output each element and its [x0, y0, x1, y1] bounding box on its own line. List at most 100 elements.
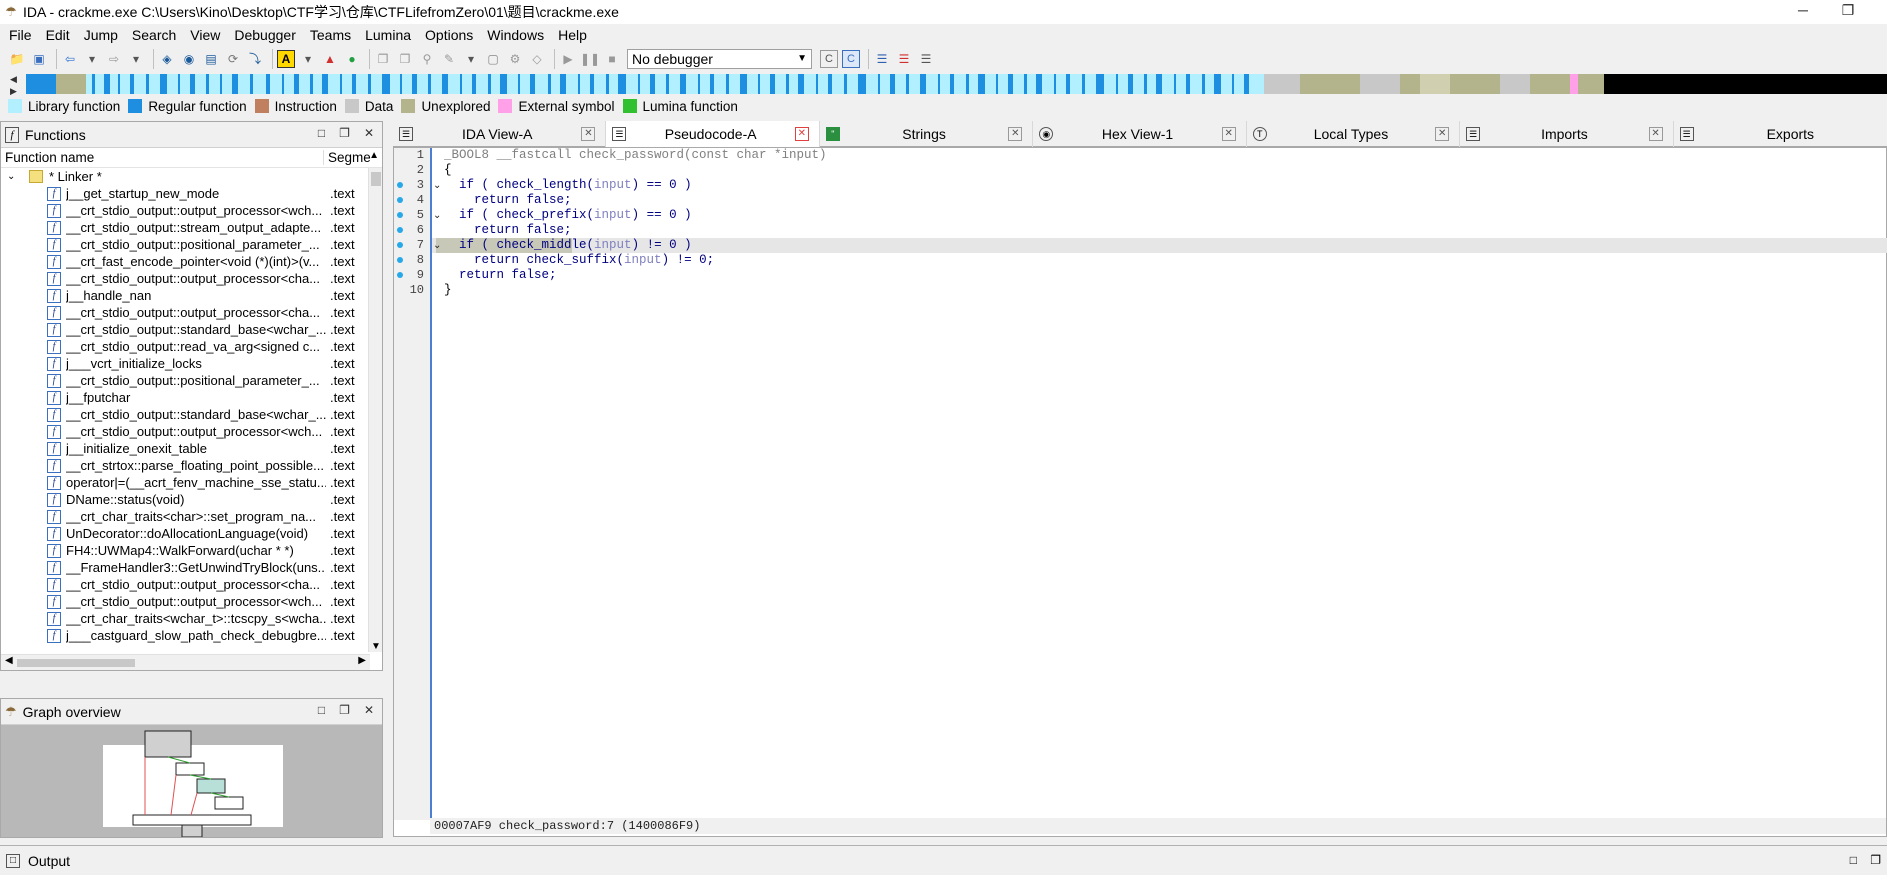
function-row[interactable]: f __crt_stdio_output::stream_output_adapt…	[1, 219, 382, 236]
code-line-9[interactable]: return false;	[444, 268, 557, 283]
scroll-right-icon[interactable]: ▶	[358, 655, 366, 666]
menu-file[interactable]: File	[3, 27, 40, 43]
tab-exports[interactable]: ☰ Exports	[1674, 121, 1887, 147]
menu-teams[interactable]: Teams	[304, 27, 359, 43]
close-icon[interactable]: ✕	[1008, 127, 1023, 141]
function-row[interactable]: f __FrameHandler3::GetUnwindTryBlock(uns.…	[1, 559, 382, 576]
function-row[interactable]: f __crt_strtox::parse_floating_point_poss…	[1, 457, 382, 474]
search-icon[interactable]: ⚲	[418, 50, 436, 68]
stop-square-icon[interactable]: ■	[603, 50, 621, 68]
function-row[interactable]: f operator|=(__acrt_fenv_machine_sse_stat…	[1, 474, 382, 491]
code-function[interactable]: check_prefix	[497, 208, 587, 222]
text-format-icon[interactable]: A	[277, 49, 295, 68]
menu-search[interactable]: Search	[126, 27, 184, 43]
function-group-row[interactable]: ⌄ * Linker *	[1, 168, 382, 185]
tab-imports[interactable]: ☰ Imports ✕	[1460, 121, 1674, 147]
code-variable[interactable]: input	[594, 238, 632, 252]
menu-help[interactable]: Help	[552, 27, 595, 43]
function-row[interactable]: f j___vcrt_initialize_locks .text	[1, 355, 382, 372]
code-variable[interactable]: input	[624, 253, 662, 267]
scrollbar-thumb[interactable]	[17, 659, 135, 667]
function-row[interactable]: f __crt_stdio_output::output_processor<ch…	[1, 270, 382, 287]
diamond-icon[interactable]: ◇	[528, 50, 546, 68]
graph-overview-canvas[interactable]	[1, 725, 382, 837]
function-row[interactable]: f __crt_fast_encode_pointer<void (*)(int)…	[1, 253, 382, 270]
float-icon[interactable]: ❐	[339, 703, 350, 717]
function-row[interactable]: f __crt_stdio_output::output_processor<ch…	[1, 304, 382, 321]
copy-icon[interactable]: ❐	[374, 50, 392, 68]
scrollbar-thumb[interactable]	[371, 172, 381, 186]
code-function[interactable]: check_length	[497, 178, 587, 192]
code-variable[interactable]: input	[594, 178, 632, 192]
code-line-7[interactable]: if ( check_middle(input) != 0 )	[444, 238, 692, 253]
cpp-icon[interactable]: C	[842, 49, 860, 68]
function-row[interactable]: f __crt_stdio_output::positional_paramete…	[1, 372, 382, 389]
column-function-name[interactable]: Function name	[1, 150, 323, 165]
code-function[interactable]: check_middle	[497, 238, 587, 252]
functions-horizontal-scrollbar[interactable]: ◀ ▶	[1, 654, 370, 670]
menu-options[interactable]: Options	[419, 27, 481, 43]
patch-icon[interactable]: ✎	[440, 50, 458, 68]
proximity-view-icon[interactable]: ◉	[180, 50, 198, 68]
paste-icon[interactable]: ❐	[396, 50, 414, 68]
cpu-icon[interactable]: C	[820, 49, 838, 68]
tab-ida-view-a[interactable]: ☰ IDA View-A ✕	[393, 121, 607, 147]
menu-view[interactable]: View	[184, 27, 228, 43]
open-folder-icon[interactable]: 📁	[8, 50, 26, 68]
minimize-button[interactable]: ─	[1783, 0, 1823, 22]
chevron-down-icon[interactable]: ⌄	[7, 171, 21, 182]
stop-icon[interactable]: ▢	[484, 50, 502, 68]
float-icon[interactable]: ❐	[1870, 853, 1881, 867]
function-row[interactable]: f __crt_stdio_output::positional_paramete…	[1, 236, 382, 253]
functions-vertical-scrollbar[interactable]: ▼	[368, 168, 382, 652]
code-line-2[interactable]: {	[444, 163, 452, 178]
function-row[interactable]: f __crt_char_traits<char>::set_program_na…	[1, 508, 382, 525]
collapse-chevron-icon[interactable]: ⌄	[433, 178, 441, 193]
list-view-icon[interactable]: ☰	[873, 50, 891, 68]
close-icon[interactable]: ✕	[1221, 127, 1236, 141]
function-row[interactable]: f __crt_stdio_output::standard_base<wchar…	[1, 406, 382, 423]
code-function[interactable]: check_suffix	[527, 253, 617, 267]
code-line-4[interactable]: return false;	[444, 193, 572, 208]
function-row[interactable]: f __crt_stdio_output::output_processor<wc…	[1, 423, 382, 440]
function-row[interactable]: f j__get_startup_new_mode .text	[1, 185, 382, 202]
collapse-chevron-icon[interactable]: ⌄	[433, 208, 441, 223]
debugger-select[interactable]: No debugger ▼	[627, 48, 812, 69]
function-row[interactable]: f UnDecorator::doAllocationLanguage(void)…	[1, 525, 382, 542]
car-icon[interactable]: ⚙	[506, 50, 524, 68]
restore-button[interactable]: ❐	[1828, 0, 1868, 22]
float-icon[interactable]: ❐	[339, 126, 350, 140]
dropdown-arrow-icon[interactable]: ▾	[299, 50, 317, 68]
code-line-10[interactable]: }	[444, 283, 452, 298]
code-variable[interactable]: input	[594, 208, 632, 222]
dropdown-arrow-icon[interactable]: ▾	[83, 50, 101, 68]
function-row[interactable]: f FH4::UWMap4::WalkForward(uchar * *) .tex…	[1, 542, 382, 559]
collapse-chevron-icon[interactable]: ⌄	[433, 238, 441, 253]
disk-icon[interactable]: ▤	[202, 50, 220, 68]
list-indent-icon[interactable]: ☰	[917, 50, 935, 68]
menu-lumina[interactable]: Lumina	[359, 27, 419, 43]
function-row[interactable]: f __crt_stdio_output::read_va_arg<signed …	[1, 338, 382, 355]
code-line-5[interactable]: if ( check_prefix(input) == 0 )	[444, 208, 692, 223]
maximize-icon[interactable]: □	[1850, 853, 1857, 867]
code-line-3[interactable]: if ( check_length(input) == 0 )	[444, 178, 692, 193]
tab-hex-view-1[interactable]: ◉ Hex View-1 ✕	[1033, 121, 1247, 147]
save-icon[interactable]: ▣	[30, 50, 48, 68]
tab-strings[interactable]: " Strings ✕	[820, 121, 1034, 147]
menu-windows[interactable]: Windows	[481, 27, 552, 43]
tab-pseudocode-a[interactable]: ☰ Pseudocode-A ✕	[606, 121, 820, 147]
function-row[interactable]: f __crt_stdio_output::output_processor<wc…	[1, 202, 382, 219]
function-row[interactable]: f DName::status(void) .text	[1, 491, 382, 508]
tab-local-types[interactable]: T Local Types ✕	[1247, 121, 1461, 147]
close-icon[interactable]: ✕	[581, 127, 596, 141]
pseudocode-editor[interactable]: ⌄ ⌄ ⌄ _BOOL8 __fastcall check_password(c…	[430, 148, 1887, 820]
close-icon[interactable]: ✕	[364, 703, 374, 717]
pause-icon[interactable]: ❚❚	[580, 50, 600, 68]
graph-view-icon[interactable]: ◈	[158, 50, 176, 68]
refresh-icon[interactable]: ⟳	[224, 50, 242, 68]
function-row[interactable]: f j__handle_nan .text	[1, 287, 382, 304]
maximize-icon[interactable]: □	[318, 126, 325, 140]
function-row[interactable]: f __crt_stdio_output::standard_base<wchar…	[1, 321, 382, 338]
menu-edit[interactable]: Edit	[40, 27, 78, 43]
scroll-up-icon[interactable]: ▲	[369, 150, 379, 161]
